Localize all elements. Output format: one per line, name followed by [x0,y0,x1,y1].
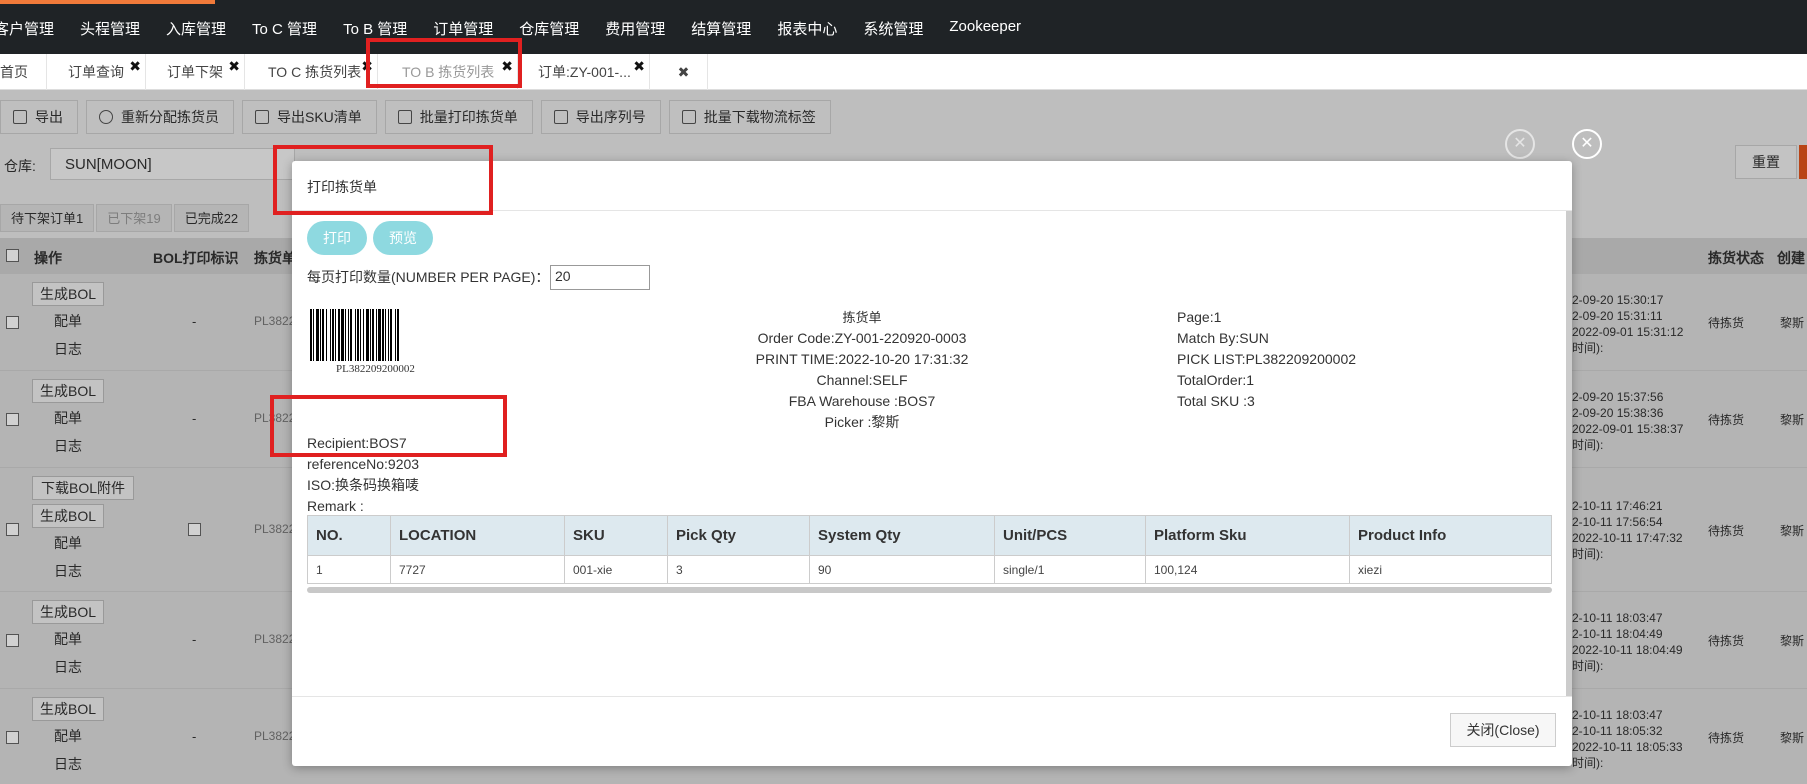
col-platform-sku: Platform Sku [1145,515,1350,556]
nav-item-reports[interactable]: 报表中心 [764,18,850,39]
total-order: TotalOrder:1 [1177,372,1255,388]
tab-to-c-pick-list[interactable]: TO C 拣货列表 ✖ [258,54,378,90]
col-product-info: Product Info [1349,515,1552,556]
nav-item-inbound[interactable]: 入库管理 [153,18,239,39]
highlight-box [366,38,522,88]
col-location: LOCATION [390,515,565,556]
reference-no: referenceNo:9203 [307,456,420,472]
pick-list-header: 拣货单 Order Code:ZY-001-220920-0003 PRINT … [712,307,1012,433]
col-no: NO. [307,515,391,556]
col-unit-pcs: Unit/PCS [994,515,1146,556]
table-scrollbar[interactable] [307,587,1552,593]
tab-order-offshelf[interactable]: 订单下架 ✖ [157,54,245,90]
nav-item-zookeeper[interactable]: Zookeeper [936,18,1034,39]
cell-platform-sku: 100,124 [1145,555,1350,584]
col-system-qty: System Qty [809,515,995,556]
cell-system-qty: 90 [809,555,995,584]
total-sku: Total SKU :3 [1177,393,1255,409]
tab-label: 订单查询 [68,64,124,80]
pick-list-title: 拣货单 [842,310,882,325]
print-pick-list-dialog: 打印拣货单 打印 预览 每页打印数量(NUMBER PER PAGE)： 20 … [292,161,1572,766]
dialog-scrollbar[interactable] [1566,211,1572,696]
number-per-page-input[interactable]: 20 [550,265,650,290]
close-icon[interactable]: ✖ [633,48,645,84]
nav-item-fees[interactable]: 费用管理 [592,18,678,39]
nav-item-customer[interactable]: 客户管理 [0,18,67,39]
dialog-actions: 打印 预览 [307,221,439,255]
tab-order-detail[interactable]: 订单:ZY-001-... ✖ [528,54,650,90]
nav-item-warehouse[interactable]: 仓库管理 [506,18,592,39]
close-all-tabs-icon[interactable]: ✖ [660,54,708,90]
dialog-footer: 关闭(Close) [292,696,1572,766]
nav-accent-bar [0,0,215,4]
close-icon[interactable]: ✕ [1572,129,1602,159]
channel: Channel:SELF [816,372,908,388]
tab-label: TO C 拣货列表 [268,64,362,80]
highlight-box [270,395,507,457]
fba-warehouse: FBA Warehouse :BOS7 [788,393,936,409]
tab-home[interactable]: 首页 [0,54,47,90]
highlight-box [273,145,493,215]
table-header-row: NO. LOCATION SKU Pick Qty System Qty Uni… [307,515,1552,556]
order-code: Order Code:ZY-001-220920-0003 [757,330,967,346]
pick-list-no: PICK LIST:PL382209200002 [1177,351,1357,367]
cell-no: 1 [307,555,391,584]
match-by: Match By:SUN [1177,330,1269,346]
picker: Picker :黎斯 [824,414,900,430]
print-time: PRINT TIME:2022-10-20 17:31:32 [755,351,969,367]
tab-label: 首页 [0,64,28,80]
cell-unit-pcs: single/1 [994,555,1146,584]
col-pick-qty: Pick Qty [667,515,810,556]
tab-order-query[interactable]: 订单查询 ✖ [58,54,146,90]
remark: Remark : [307,498,364,514]
barcode-text: PL382209200002 [336,363,415,375]
iso: ISO:换条码换箱唛 [307,477,420,493]
barcode-image [310,309,399,361]
preview-button[interactable]: 预览 [373,221,433,255]
nav-item-settlement[interactable]: 结算管理 [678,18,764,39]
cell-sku: 001-xie [564,555,668,584]
col-sku: SKU [564,515,668,556]
close-icon[interactable]: ✖ [129,48,141,84]
pick-list-meta: Page:1 Match By:SUN PICK LIST:PL38220920… [1177,307,1356,412]
tab-bar: 首页 订单查询 ✖ 订单下架 ✖ TO C 拣货列表 ✖ TO B 拣货列表 ✖ 订单:… [0,54,1807,90]
pick-items-table: NO. LOCATION SKU Pick Qty System Qty Uni… [307,515,1552,584]
nav-menu: 客户管理 头程管理 入库管理 To C 管理 To B 管理 订单管理 仓库管理… [0,18,1034,39]
close-icon[interactable]: ✖ [228,48,240,84]
nav-item-system[interactable]: 系统管理 [850,18,936,39]
close-button[interactable]: 关闭(Close) [1450,713,1556,747]
tab-label: 订单:ZY-001-... [538,64,631,80]
top-nav: 客户管理 头程管理 入库管理 To C 管理 To B 管理 订单管理 仓库管理… [0,0,1807,54]
number-per-page-label: 每页打印数量(NUMBER PER PAGE)： [307,269,550,285]
cell-pick-qty: 3 [667,555,810,584]
close-icon[interactable]: ✕ [1505,129,1535,159]
cell-product-info: xiezi [1349,555,1552,584]
nav-item-first-leg[interactable]: 头程管理 [67,18,153,39]
print-button[interactable]: 打印 [307,221,367,255]
table-row: 1 7727 001-xie 3 90 single/1 100,124 xie… [307,555,1552,584]
tab-label: 订单下架 [167,64,223,80]
nav-item-to-b[interactable]: To B 管理 [330,18,420,39]
cell-location: 7727 [390,555,565,584]
nav-item-orders[interactable]: 订单管理 [420,18,506,39]
nav-item-to-c[interactable]: To C 管理 [239,18,330,39]
page-number: Page:1 [1177,309,1222,325]
